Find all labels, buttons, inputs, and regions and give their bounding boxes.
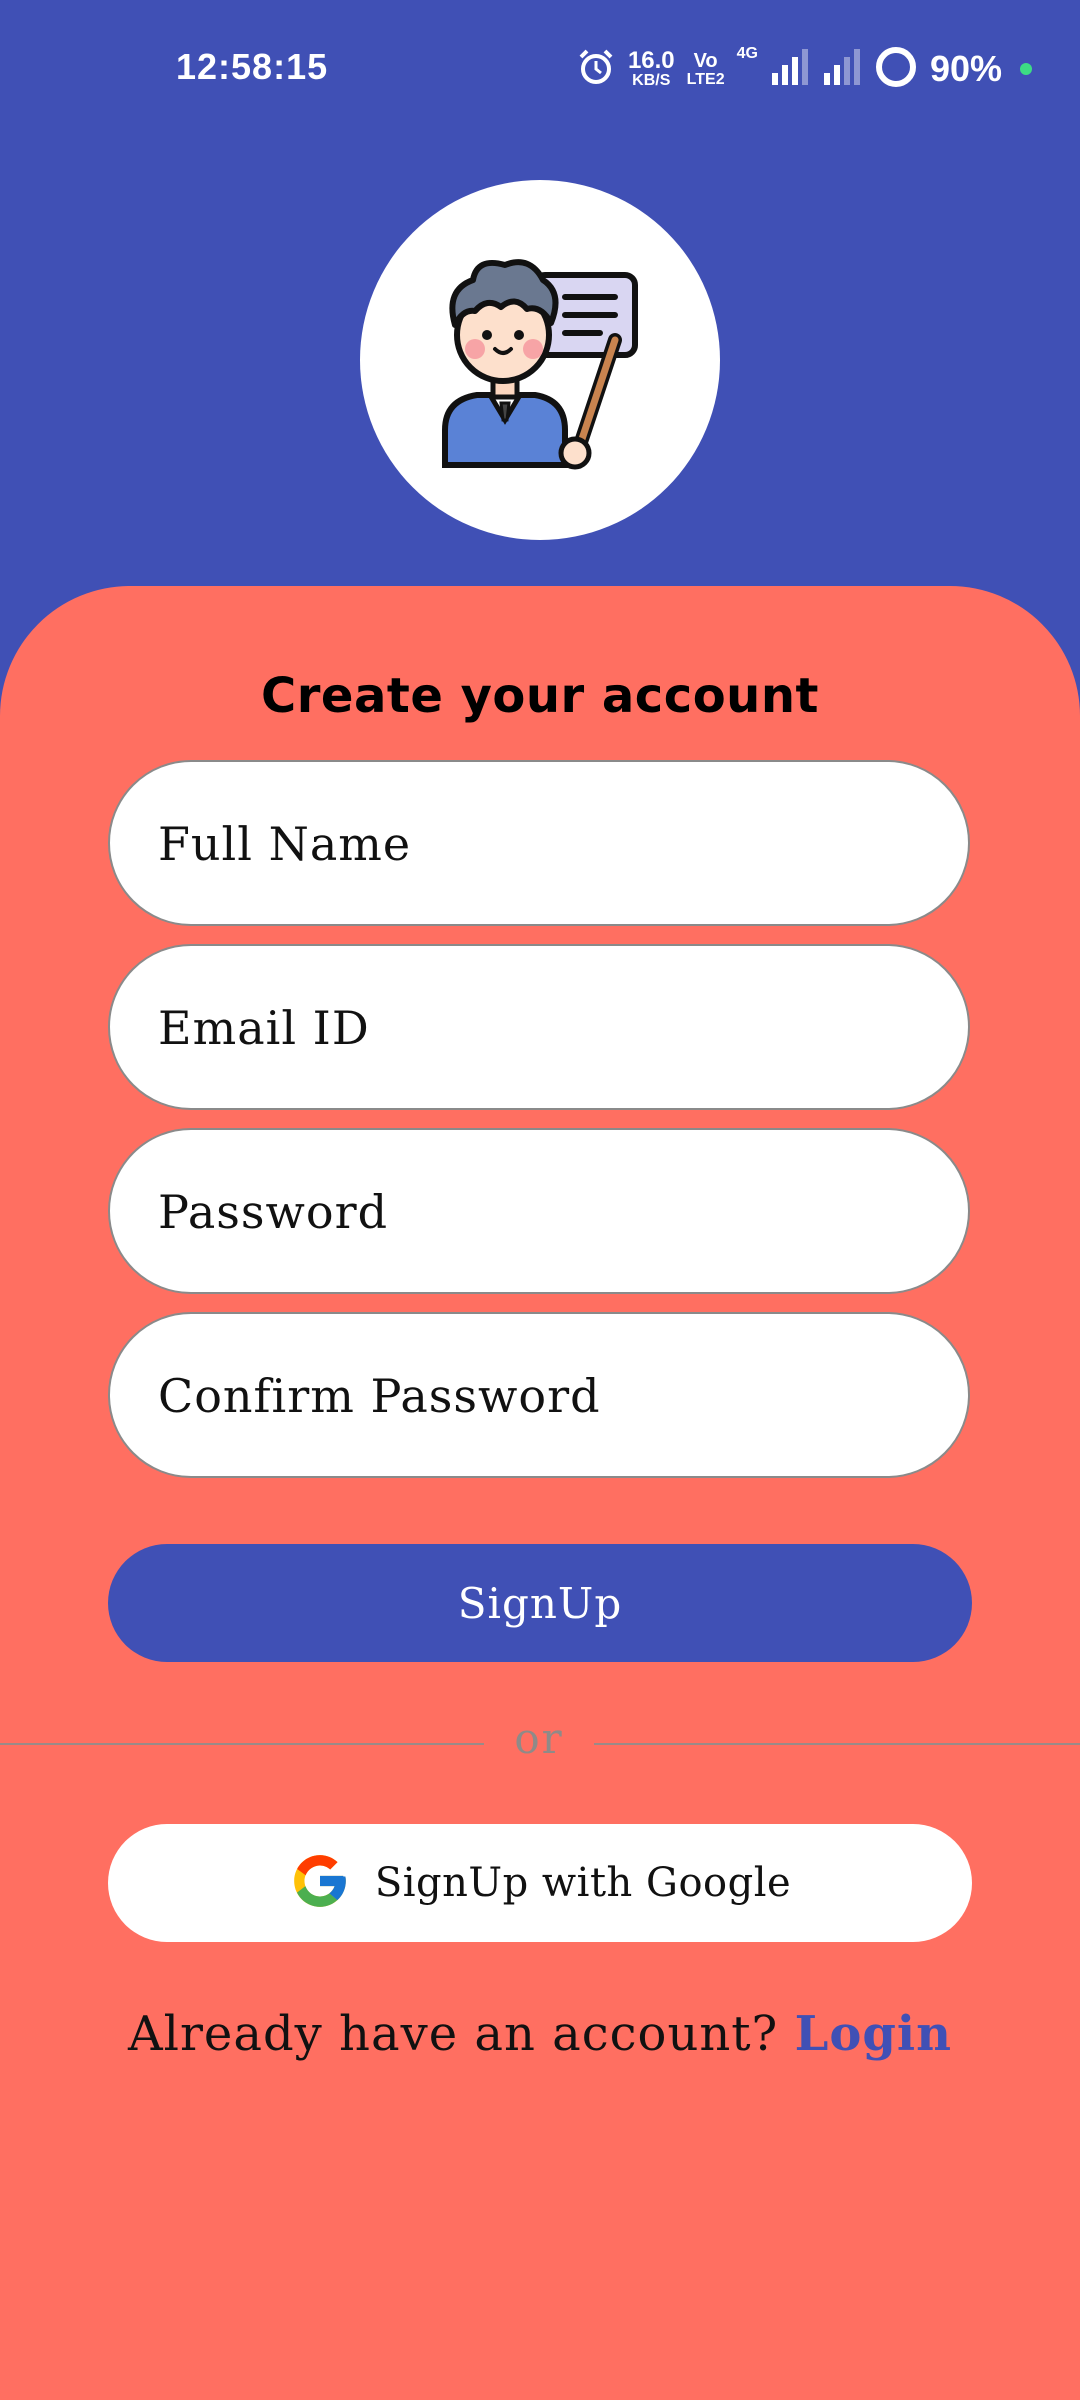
google-icon [289,1850,351,1916]
privacy-indicator-dot [1020,63,1032,75]
login-link[interactable]: Login [795,2006,952,2062]
signup-screen: 12:58:15 16.0 KB/S Vo LTE2 4G 90% Create… [0,0,1080,2400]
email-field-wrapper [108,944,970,1110]
signup-button[interactable]: SignUp [108,1544,972,1662]
login-prompt-row: Already have an account? Login [0,2006,1080,2062]
full-name-field-wrapper [108,760,970,926]
signup-card: Create your account SignUp or [0,586,1080,2400]
email-input[interactable] [156,946,920,1110]
confirm-password-input[interactable] [156,1314,920,1478]
divider-line-right [594,1743,1080,1745]
volte-indicator: Vo LTE2 [686,50,725,88]
login-prompt-text: Already have an account? [127,2006,779,2062]
page-title: Create your account [261,668,819,724]
status-bar: 12:58:15 16.0 KB/S Vo LTE2 4G 90% [0,0,1080,140]
avatar [360,180,720,540]
signal-icon [770,47,810,91]
alarm-icon [576,47,616,91]
divider-or-text: or [514,1714,564,1763]
confirm-password-field-wrapper [108,1312,970,1478]
full-name-input[interactable] [156,762,920,926]
battery-ring-icon [874,45,918,93]
google-signup-label: SignUp with Google [374,1860,792,1906]
battery-percent: 90% [929,48,1002,89]
status-indicators: 16.0 KB/S Vo LTE2 4G 90% [576,44,1032,94]
password-field-wrapper [108,1128,970,1294]
google-signup-button[interactable]: SignUp with Google [108,1824,972,1942]
divider-line-left [0,1743,484,1745]
password-input[interactable] [156,1130,920,1294]
network-type: 4G [736,45,758,62]
data-speed: 16.0 KB/S [627,47,675,89]
signal-icon [822,47,862,91]
status-time: 12:58:15 [176,46,329,87]
teacher-illustration-icon [442,259,638,470]
